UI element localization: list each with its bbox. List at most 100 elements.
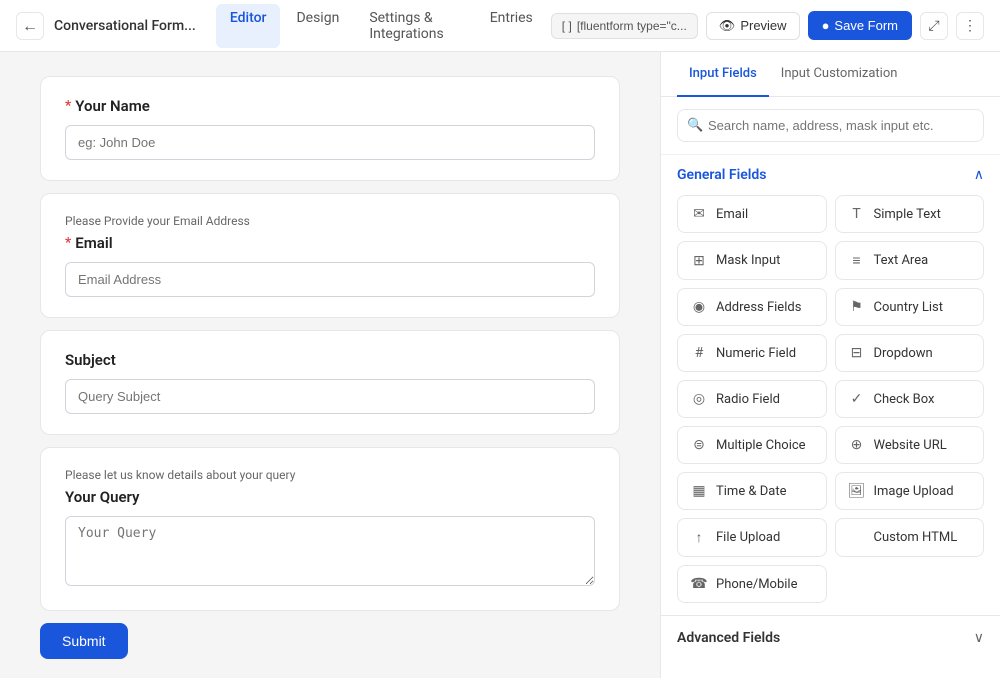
field-sublabel-email: Please Provide your Email Address bbox=[65, 214, 595, 228]
search-icon: 🔍 bbox=[687, 118, 703, 133]
shortcode-icon: [ ] bbox=[562, 19, 572, 33]
preview-button[interactable]: 👁 Preview bbox=[706, 12, 800, 40]
form-card-name: *Your Name bbox=[40, 76, 620, 181]
save-form-button[interactable]: ● Save Form bbox=[808, 11, 912, 40]
field-label-time-date: Time & Date bbox=[716, 484, 787, 499]
field-item-country-list[interactable]: ⚑ Country List bbox=[835, 288, 985, 326]
expand-icon-glyph: ⤢ bbox=[928, 18, 939, 34]
field-icon-country-list: ⚑ bbox=[848, 299, 866, 315]
field-label-country-list: Country List bbox=[874, 300, 944, 315]
field-item-website-url[interactable]: ⊕ Website URL bbox=[835, 426, 985, 464]
panel-search: 🔍 bbox=[661, 97, 1000, 155]
general-fields-header[interactable]: General Fields ∧ bbox=[677, 167, 984, 183]
field-item-custom-html[interactable]: Custom HTML bbox=[835, 518, 985, 557]
back-icon: ← bbox=[22, 16, 38, 36]
general-fields-chevron: ∧ bbox=[974, 167, 984, 183]
submit-button[interactable]: Submit bbox=[40, 623, 128, 659]
tab-input-customization[interactable]: Input Customization bbox=[769, 52, 910, 97]
field-icon-website-url: ⊕ bbox=[848, 437, 866, 453]
field-icon-numeric-field: # bbox=[690, 345, 708, 361]
field-label-radio-field: Radio Field bbox=[716, 392, 780, 407]
field-label-phone-mobile: Phone/Mobile bbox=[716, 577, 798, 592]
field-label-address-fields: Address Fields bbox=[716, 300, 801, 315]
nav-tabs: EditorDesignSettings & IntegrationsEntri… bbox=[216, 4, 547, 48]
field-item-file-upload[interactable]: ↑ File Upload bbox=[677, 518, 827, 557]
nav-tab-entries[interactable]: Entries bbox=[476, 4, 547, 48]
more-options-button[interactable]: ⋮ bbox=[956, 12, 984, 40]
fields-grid: ✉ Email T Simple Text ⊞ Mask Input ≡ Tex… bbox=[677, 195, 984, 603]
required-star-name: * bbox=[65, 98, 71, 114]
field-item-time-date[interactable]: ▦ Time & Date bbox=[677, 472, 827, 510]
field-input-subject[interactable] bbox=[65, 379, 595, 414]
field-sublabel-query: Please let us know details about your qu… bbox=[65, 468, 595, 482]
field-label-email: *Email bbox=[65, 234, 595, 252]
field-item-mask-input[interactable]: ⊞ Mask Input bbox=[677, 241, 827, 280]
general-fields-title: General Fields bbox=[677, 167, 766, 183]
field-icon-address-fields: ◉ bbox=[690, 299, 708, 315]
field-icon-mask-input: ⊞ bbox=[690, 253, 708, 269]
advanced-fields-section[interactable]: Advanced Fields ∨ bbox=[661, 615, 1000, 660]
field-icon-multiple-choice: ⊜ bbox=[690, 437, 708, 453]
field-label-custom-html: Custom HTML bbox=[874, 530, 958, 545]
field-label-website-url: Website URL bbox=[874, 438, 947, 453]
field-label-image-upload: Image Upload bbox=[874, 484, 954, 499]
field-item-numeric-field[interactable]: # Numeric Field bbox=[677, 334, 827, 372]
field-label-simple-text: Simple Text bbox=[874, 207, 941, 222]
panel-tabs: Input Fields Input Customization bbox=[661, 52, 1000, 97]
field-icon-simple-text: T bbox=[848, 206, 866, 222]
top-nav: ← Conversational Form... EditorDesignSet… bbox=[0, 0, 1000, 52]
form-builder: *Your Name Please Provide your Email Addr… bbox=[0, 52, 660, 678]
field-item-address-fields[interactable]: ◉ Address Fields bbox=[677, 288, 827, 326]
shortcode-button[interactable]: [ ] [fluentform type="c... bbox=[551, 13, 698, 39]
field-item-simple-text[interactable]: T Simple Text bbox=[835, 195, 985, 233]
search-input[interactable] bbox=[677, 109, 984, 142]
field-icon-image-upload: 🖼 bbox=[848, 483, 866, 499]
nav-title: Conversational Form... bbox=[54, 18, 196, 34]
field-item-email[interactable]: ✉ Email bbox=[677, 195, 827, 233]
field-item-multiple-choice[interactable]: ⊜ Multiple Choice bbox=[677, 426, 827, 464]
general-fields-section: General Fields ∧ ✉ Email T Simple Text ⊞… bbox=[661, 155, 1000, 615]
field-label-mask-input: Mask Input bbox=[716, 253, 780, 268]
form-card-query: Please let us know details about your qu… bbox=[40, 447, 620, 611]
save-label: Save Form bbox=[834, 18, 898, 33]
more-icon: ⋮ bbox=[963, 18, 977, 34]
field-input-email[interactable] bbox=[65, 262, 595, 297]
input-fields-panel: Input Fields Input Customization 🔍 Gener… bbox=[660, 52, 1000, 678]
tab-input-fields[interactable]: Input Fields bbox=[677, 52, 769, 97]
field-item-check-box[interactable]: ✓ Check Box bbox=[835, 380, 985, 418]
field-icon-radio-field: ◎ bbox=[690, 391, 708, 407]
form-card-email: Please Provide your Email Address *Email bbox=[40, 193, 620, 318]
preview-label: Preview bbox=[740, 18, 786, 33]
field-icon-time-date: ▦ bbox=[690, 483, 708, 499]
field-label-email: Email bbox=[716, 207, 748, 222]
field-item-radio-field[interactable]: ◎ Radio Field bbox=[677, 380, 827, 418]
field-icon-file-upload: ↑ bbox=[690, 529, 708, 546]
field-icon-check-box: ✓ bbox=[848, 391, 866, 407]
field-label-name: *Your Name bbox=[65, 97, 595, 115]
field-item-phone-mobile[interactable]: ☎ Phone/Mobile bbox=[677, 565, 827, 603]
field-item-image-upload[interactable]: 🖼 Image Upload bbox=[835, 472, 985, 510]
shortcode-text: [fluentform type="c... bbox=[577, 19, 687, 33]
field-label-dropdown: Dropdown bbox=[874, 346, 933, 361]
field-label-numeric-field: Numeric Field bbox=[716, 346, 796, 361]
field-input-query[interactable] bbox=[65, 516, 595, 586]
nav-tab-editor[interactable]: Editor bbox=[216, 4, 281, 48]
nav-tab-settings-&-integrations[interactable]: Settings & Integrations bbox=[355, 4, 473, 48]
field-label-query: Your Query bbox=[65, 488, 595, 506]
nav-tab-design[interactable]: Design bbox=[282, 4, 353, 48]
nav-right: [ ] [fluentform type="c... 👁 Preview ● S… bbox=[551, 11, 984, 40]
main-layout: *Your Name Please Provide your Email Addr… bbox=[0, 52, 1000, 678]
field-icon-email: ✉ bbox=[690, 206, 708, 222]
field-label-file-upload: File Upload bbox=[716, 530, 780, 545]
field-icon-dropdown: ⊟ bbox=[848, 345, 866, 361]
field-item-dropdown[interactable]: ⊟ Dropdown bbox=[835, 334, 985, 372]
save-icon: ● bbox=[822, 18, 830, 33]
nav-back-button[interactable]: ← bbox=[16, 12, 44, 40]
expand-button[interactable]: ⤢ bbox=[920, 12, 948, 40]
preview-icon: 👁 bbox=[719, 18, 736, 34]
advanced-fields-title: Advanced Fields bbox=[677, 630, 780, 646]
form-card-subject: Subject bbox=[40, 330, 620, 435]
field-item-text-area[interactable]: ≡ Text Area bbox=[835, 241, 985, 280]
field-label-multiple-choice: Multiple Choice bbox=[716, 438, 806, 453]
field-input-name[interactable] bbox=[65, 125, 595, 160]
